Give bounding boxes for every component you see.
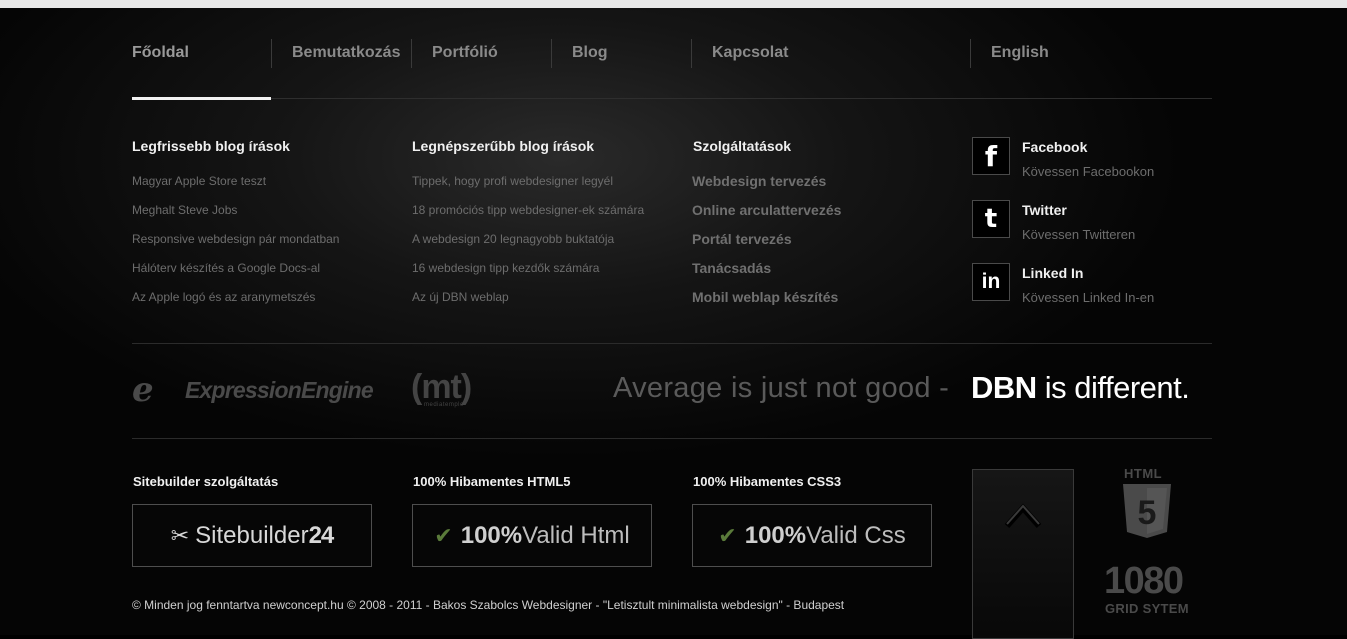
sitebuilder-badge[interactable]: ✂ Sitebuilder 24 <box>132 504 372 567</box>
sitebuilder-heading: Sitebuilder szolgáltatás <box>133 474 279 489</box>
service-link[interactable]: Online arculattervezés <box>692 201 841 230</box>
facebook-subtitle[interactable]: Kövessen Facebookon <box>1022 164 1154 179</box>
linkedin-title[interactable]: Linked In <box>1022 265 1083 281</box>
mediatemple-logo-caption: mediatemple <box>424 402 464 408</box>
css3-heading: 100% Hibamentes CSS3 <box>693 474 842 489</box>
valid-css-percent: 100% <box>744 521 807 549</box>
service-link[interactable]: Webdesign tervezés <box>692 172 841 201</box>
latest-post-link[interactable]: Magyar Apple Store teszt <box>132 172 339 201</box>
service-link[interactable]: Portál tervezés <box>692 230 841 259</box>
valid-html-percent: 100% <box>460 521 523 549</box>
sitebuilder-number: 24 <box>308 521 335 549</box>
tagline-light: Average is just not good - <box>613 372 950 404</box>
valid-html-badge[interactable]: ✔ 100% Valid Html <box>412 504 652 567</box>
mediatemple-logo: (mt) <box>411 368 472 406</box>
latest-post-link[interactable]: Responsive webdesign pár mondatban <box>132 230 339 259</box>
language-switch-english[interactable]: English <box>991 44 1049 62</box>
services-list: Webdesign tervezés Online arculattervezé… <box>692 172 841 317</box>
latest-post-link[interactable]: Hálóterv készítés a Google Docs-al <box>132 259 339 288</box>
facebook-icon[interactable]: f <box>972 137 1010 175</box>
nav-separator <box>691 39 692 68</box>
facebook-title[interactable]: Facebook <box>1022 139 1087 155</box>
checkmark-icon: ✔ <box>718 522 737 548</box>
latest-posts-heading: Legfrissebb blog írások <box>132 138 290 154</box>
html5-shield-digit: 5 <box>1138 494 1157 532</box>
valid-html-text: Valid Html <box>522 521 630 549</box>
popular-post-link[interactable]: Az új DBN weblap <box>412 288 644 317</box>
linkedin-subtitle[interactable]: Kövessen Linked In-en <box>1022 290 1154 305</box>
divider <box>132 438 1212 439</box>
popular-posts-heading: Legnépszerűbb blog írások <box>412 138 595 154</box>
nav-item-blog[interactable]: Blog <box>572 44 608 62</box>
grid-logo-number: 1080 <box>1104 560 1184 602</box>
grid-logo-label: GRID SYTEM <box>1105 601 1189 616</box>
nav-item-home[interactable]: Főoldal <box>132 44 189 62</box>
nav-active-indicator <box>132 97 271 100</box>
service-link[interactable]: Mobil weblap készítés <box>692 288 841 317</box>
popular-post-link[interactable]: 16 webdesign tipp kezdők számára <box>412 259 644 288</box>
popular-post-link[interactable]: 18 promóciós tipp webdesigner-ek számára <box>412 201 644 230</box>
latest-post-link[interactable]: Meghalt Steve Jobs <box>132 201 339 230</box>
html5-shield-icon: 5 <box>1123 484 1171 538</box>
latest-post-link[interactable]: Az Apple logó és az aranymetszés <box>132 288 339 317</box>
popular-posts-list: Tippek, hogy profi webdesigner legyél 18… <box>412 172 644 317</box>
services-heading: Szolgáltatások <box>693 138 792 154</box>
nav-underline <box>132 98 1212 99</box>
service-link[interactable]: Tanácsadás <box>692 259 841 288</box>
sitebuilder-text: Sitebuilder <box>195 521 309 549</box>
tagline-suffix: is different. <box>1036 370 1190 405</box>
chevron-up-icon <box>1004 503 1042 528</box>
popular-post-link[interactable]: A webdesign 20 legnagyobb buktatója <box>412 230 644 259</box>
latest-posts-list: Magyar Apple Store teszt Meghalt Steve J… <box>132 172 339 317</box>
nav-separator <box>551 39 552 68</box>
nav-item-about[interactable]: Bemutatkozás <box>292 44 400 62</box>
linkedin-icon[interactable]: in <box>972 263 1010 301</box>
nav-item-contact[interactable]: Kapcsolat <box>712 44 788 62</box>
twitter-icon[interactable]: t <box>972 200 1010 238</box>
expressionengine-logo-text: ExpressionEngine <box>185 377 374 403</box>
copyright-text: © Minden jog fenntartva newconcept.hu © … <box>132 598 845 612</box>
nav-item-portfolio[interactable]: Portfólió <box>432 44 498 62</box>
html5-heading: 100% Hibamentes HTML5 <box>413 474 571 489</box>
twitter-subtitle[interactable]: Kövessen Twitteren <box>1022 227 1135 242</box>
nav-separator <box>271 39 272 68</box>
nav-separator <box>411 39 412 68</box>
back-to-top-button[interactable] <box>972 469 1074 639</box>
expressionengine-logo-mark: e <box>132 370 154 410</box>
popular-post-link[interactable]: Tippek, hogy profi webdesigner legyél <box>412 172 644 201</box>
tagline-strong: DBN is different. <box>971 370 1190 406</box>
browser-top-strip <box>0 0 1347 8</box>
twitter-title[interactable]: Twitter <box>1022 202 1067 218</box>
divider <box>132 343 1212 344</box>
checkmark-icon: ✔ <box>434 522 453 548</box>
tagline-brand: DBN <box>971 370 1037 405</box>
html5-logo-word: HTML <box>1124 466 1163 481</box>
nav-separator <box>970 39 971 68</box>
valid-css-badge[interactable]: ✔ 100% Valid Css <box>692 504 932 567</box>
valid-css-text: Valid Css <box>806 521 906 549</box>
scissors-icon: ✂ <box>170 522 190 548</box>
